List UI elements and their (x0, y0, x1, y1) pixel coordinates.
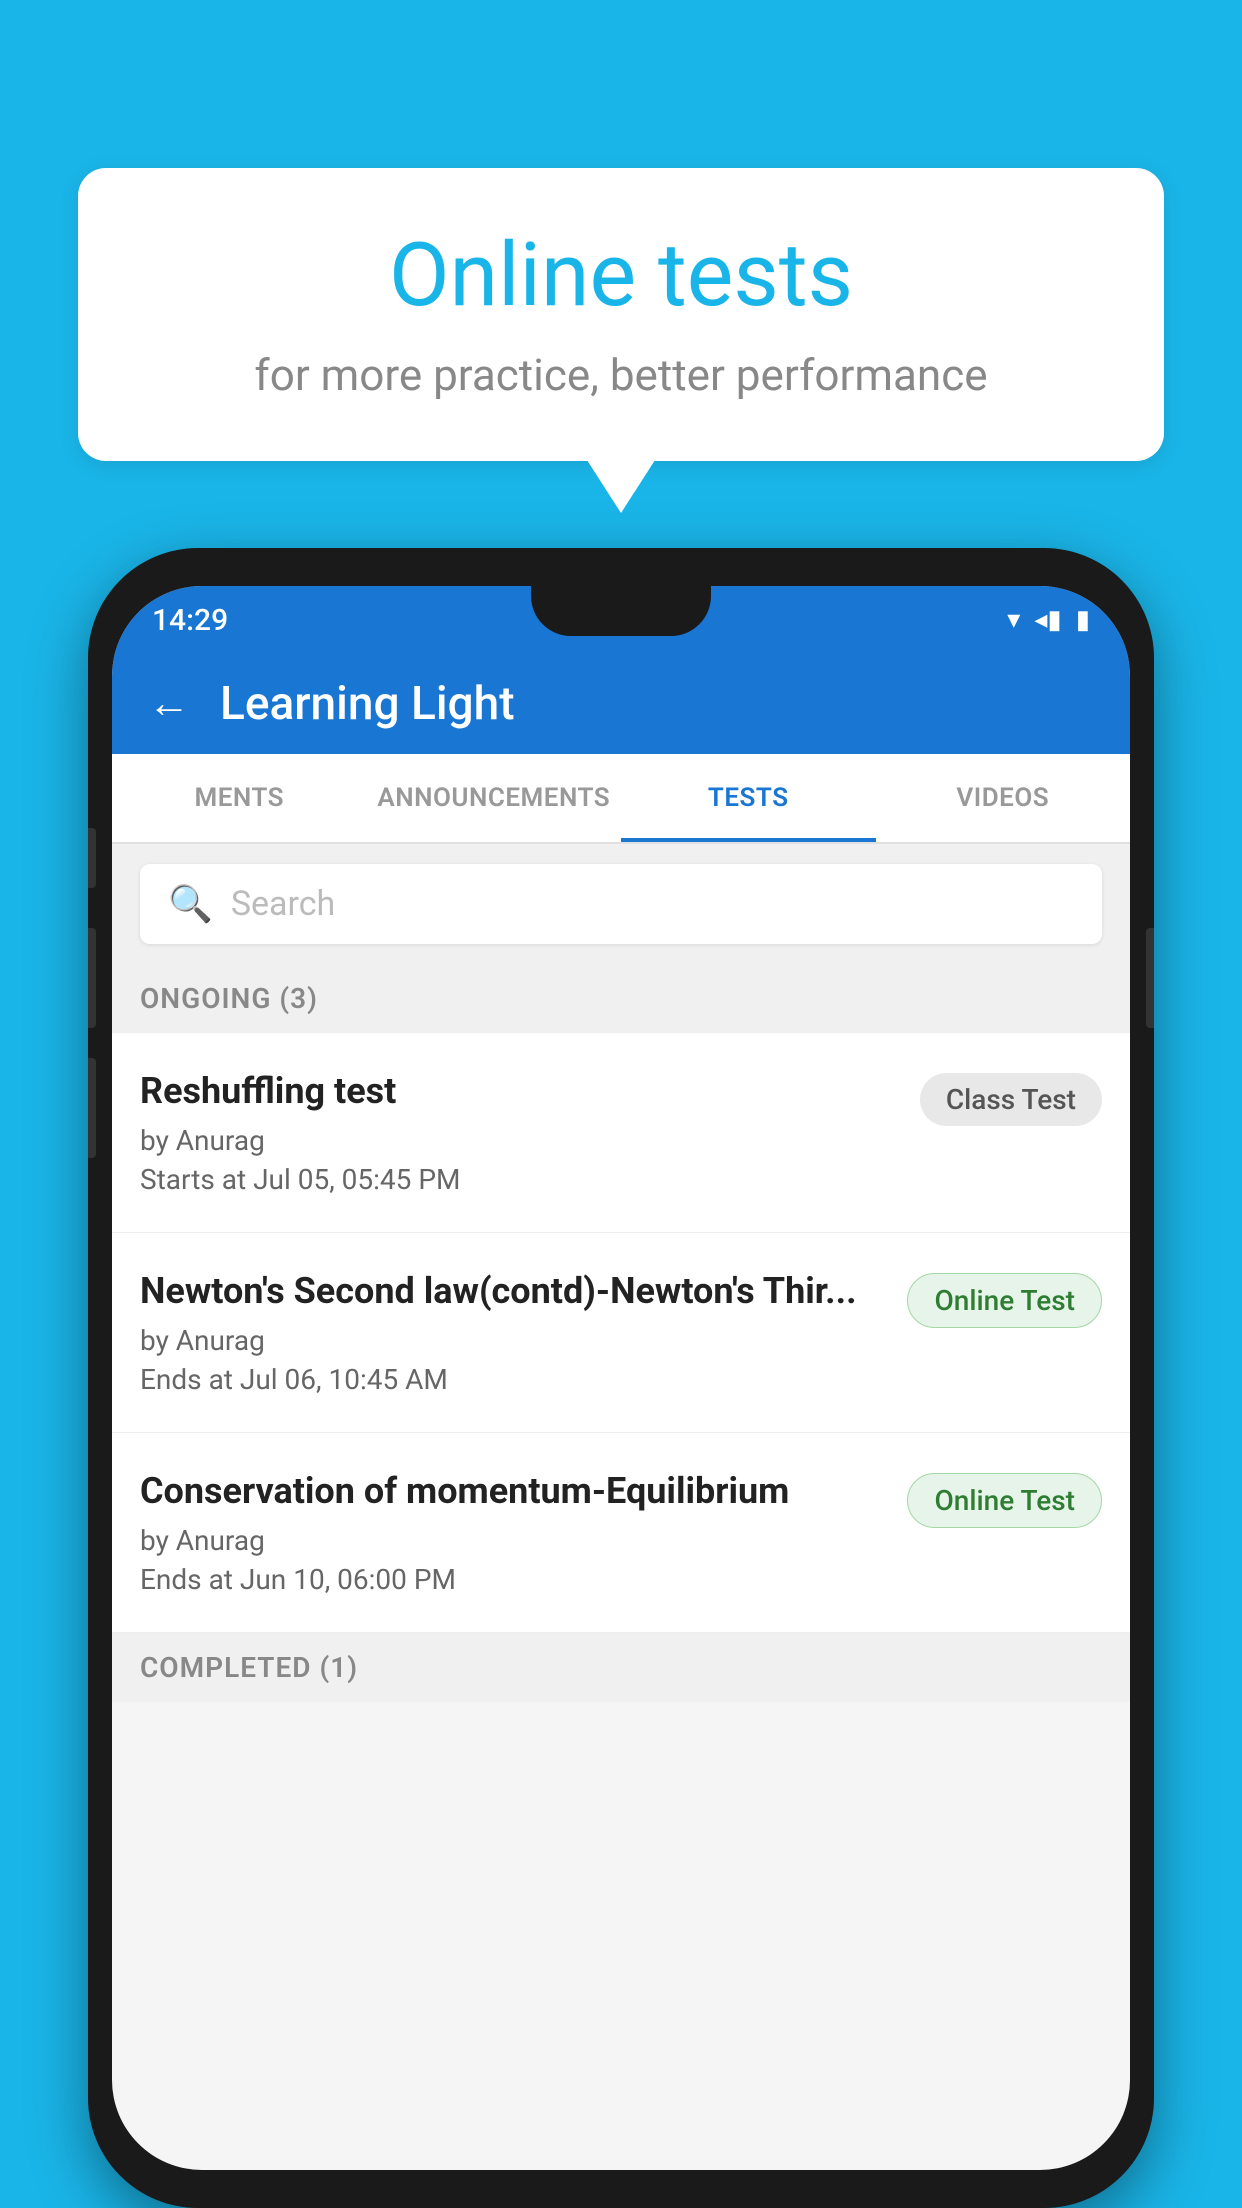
test-name: Newton's Second law(contd)-Newton's Thir… (140, 1269, 887, 1314)
signal-icon: ◂▮ (1034, 605, 1061, 635)
test-time: Starts at Jul 05, 05:45 PM (140, 1163, 900, 1196)
app-header: ← Learning Light (112, 654, 1130, 754)
tab-ments[interactable]: MENTS (112, 754, 367, 842)
status-icons: ▾ ◂▮ ▮ (1007, 605, 1090, 635)
tab-bar: MENTS ANNOUNCEMENTS TESTS VIDEOS (112, 754, 1130, 844)
test-list: Reshuffling test by Anurag Starts at Jul… (112, 1033, 1130, 1633)
bubble-subtitle: for more practice, better performance (158, 349, 1084, 401)
notch (531, 586, 711, 636)
test-info: Newton's Second law(contd)-Newton's Thir… (140, 1269, 887, 1396)
volume-up-button (88, 928, 96, 1028)
test-info: Reshuffling test by Anurag Starts at Jul… (140, 1069, 900, 1196)
test-by: by Anurag (140, 1124, 900, 1157)
search-icon: 🔍 (168, 883, 213, 925)
test-item[interactable]: Conservation of momentum-Equilibrium by … (112, 1433, 1130, 1633)
tab-announcements[interactable]: ANNOUNCEMENTS (367, 754, 622, 842)
app-title: Learning Light (220, 677, 515, 731)
search-placeholder: Search (231, 884, 335, 924)
test-item[interactable]: Reshuffling test by Anurag Starts at Jul… (112, 1033, 1130, 1233)
test-time: Ends at Jun 10, 06:00 PM (140, 1563, 887, 1596)
test-name: Conservation of momentum-Equilibrium (140, 1469, 887, 1514)
test-name: Reshuffling test (140, 1069, 900, 1114)
back-button[interactable]: ← (148, 683, 190, 725)
speech-bubble: Online tests for more practice, better p… (78, 168, 1164, 461)
test-by: by Anurag (140, 1324, 887, 1357)
power-button (1146, 928, 1154, 1028)
tab-videos[interactable]: VIDEOS (876, 754, 1131, 842)
search-container: 🔍 Search (112, 844, 1130, 964)
tab-tests[interactable]: TESTS (621, 754, 876, 842)
volume-down-button (88, 1058, 96, 1158)
phone-screen: 14:29 ▾ ◂▮ ▮ ← Learning Light MENTS ANNO… (112, 586, 1130, 2170)
mute-button (88, 828, 96, 888)
ongoing-section-header: ONGOING (3) (112, 964, 1130, 1033)
test-badge-online: Online Test (907, 1273, 1102, 1328)
bubble-title: Online tests (158, 228, 1084, 325)
status-time: 14:29 (152, 603, 228, 638)
search-bar[interactable]: 🔍 Search (140, 864, 1102, 944)
battery-icon: ▮ (1076, 605, 1090, 635)
test-badge-online: Online Test (907, 1473, 1102, 1528)
wifi-icon: ▾ (1007, 605, 1020, 635)
phone-frame: 14:29 ▾ ◂▮ ▮ ← Learning Light MENTS ANNO… (88, 548, 1154, 2208)
test-info: Conservation of momentum-Equilibrium by … (140, 1469, 887, 1596)
test-time: Ends at Jul 06, 10:45 AM (140, 1363, 887, 1396)
completed-section-header: COMPLETED (1) (112, 1633, 1130, 1702)
test-item[interactable]: Newton's Second law(contd)-Newton's Thir… (112, 1233, 1130, 1433)
test-badge-class: Class Test (920, 1073, 1102, 1126)
test-by: by Anurag (140, 1524, 887, 1557)
